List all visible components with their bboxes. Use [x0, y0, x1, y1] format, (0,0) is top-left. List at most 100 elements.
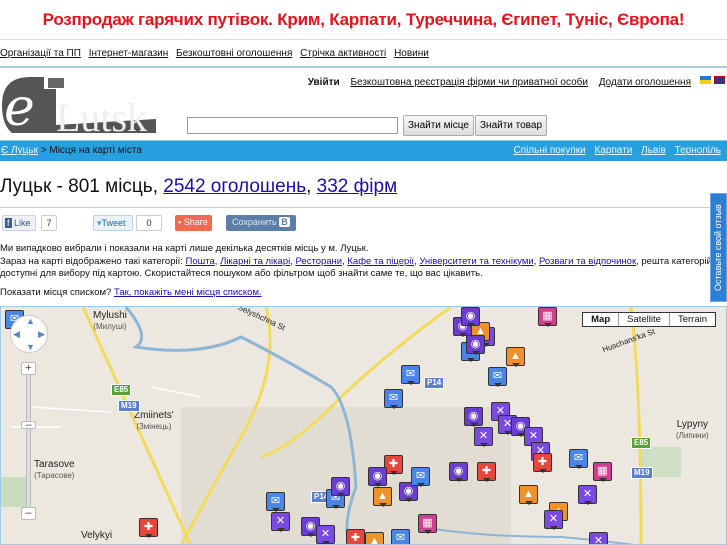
show-list-row: Показати місця списком? Так, покажіть ме…: [0, 287, 262, 298]
cafe-marker[interactable]: ◉: [461, 307, 480, 327]
nav-activity[interactable]: Стрічка активності: [300, 48, 386, 59]
zoom-slider-handle[interactable]: –: [21, 420, 36, 431]
nav-shop[interactable]: Інтернет-магазин: [89, 48, 169, 59]
category-link[interactable]: Ресторани: [296, 256, 343, 267]
map[interactable]: Mylushi (Милуші) Zmiinets' (Змінець) Taras…: [0, 306, 727, 545]
map-type-satellite[interactable]: Satellite: [618, 313, 669, 326]
tweet-count: 0: [136, 215, 162, 231]
place-label: Lypyny (Липини): [676, 419, 709, 440]
find-product-button[interactable]: Знайти товар: [475, 115, 548, 136]
post-marker[interactable]: ✉: [391, 529, 410, 544]
entertainment-marker[interactable]: ▦: [593, 462, 612, 482]
svg-text:e: e: [4, 78, 35, 133]
nav-news[interactable]: Новини: [394, 48, 429, 59]
english-flag-icon[interactable]: [714, 76, 725, 84]
cafe-marker[interactable]: ◉: [368, 467, 387, 487]
city-links: Спільні покупки Карпати Львів Тернопіль: [507, 141, 721, 161]
cafe-marker[interactable]: ◉: [466, 335, 485, 355]
hospital-marker[interactable]: ✚: [346, 529, 365, 544]
restaurant-marker[interactable]: ✕: [578, 485, 597, 505]
university-marker[interactable]: ▲: [365, 532, 384, 544]
add-ad-link[interactable]: Додати оголошення: [599, 77, 691, 88]
feedback-tab[interactable]: Оставьте свой отзыв: [710, 193, 727, 302]
restaurant-marker[interactable]: ✕: [589, 532, 608, 544]
pan-up-icon[interactable]: ▲: [26, 316, 35, 326]
road-shield: M19: [631, 467, 653, 479]
facebook-icon: f: [5, 218, 12, 228]
title-prefix: Луцьк - 801 місць,: [0, 176, 164, 197]
intro-text: Ми випадково вибрали і показали на карті…: [0, 243, 727, 281]
university-marker[interactable]: ▲: [519, 485, 538, 505]
category-link[interactable]: Розваги та відпочинок: [539, 256, 636, 267]
login-link[interactable]: Увійти: [308, 77, 340, 88]
cafe-marker[interactable]: ◉: [464, 407, 483, 427]
restaurant-marker[interactable]: ✕: [316, 525, 335, 544]
cafe-marker[interactable]: ◉: [449, 462, 468, 482]
find-place-button[interactable]: Знайти місце: [403, 115, 474, 136]
restaurant-marker[interactable]: ✕: [474, 427, 493, 447]
register-link[interactable]: Безкоштовна реєстрація фірми чи приватно…: [350, 77, 588, 88]
elutsk-logo[interactable]: e Lutsk: [0, 75, 156, 133]
hospital-marker[interactable]: ✚: [533, 453, 552, 473]
restaurant-marker[interactable]: ✕: [544, 510, 563, 530]
city-link[interactable]: Спільні покупки: [513, 145, 585, 156]
breadcrumb: Є Луцьк > Місця на карті міста: [1, 141, 142, 161]
like-count: 7: [41, 215, 57, 231]
post-marker[interactable]: ✉: [488, 367, 507, 387]
zoom-slider[interactable]: [26, 367, 31, 515]
share-icon: ▪: [178, 217, 182, 227]
city-link[interactable]: Карпати: [595, 145, 633, 156]
cafe-marker[interactable]: ◉: [331, 477, 350, 497]
post-marker[interactable]: ✉: [266, 492, 285, 512]
university-marker[interactable]: ▲: [506, 347, 525, 367]
map-type-terrain[interactable]: Terrain: [668, 313, 715, 326]
hospital-marker[interactable]: ✚: [477, 462, 496, 482]
ads-count-link[interactable]: 2542 оголошень: [163, 176, 306, 197]
place-label: Mylushi (Милуші): [93, 310, 127, 331]
category-link[interactable]: Лікарні та лікарі: [220, 256, 290, 267]
zoom-in-button[interactable]: +: [21, 362, 36, 375]
map-type-map[interactable]: Map: [583, 313, 618, 326]
post-marker[interactable]: ✉: [384, 389, 403, 409]
pan-right-icon[interactable]: ▶: [38, 329, 45, 340]
top-nav: Організації та ПП Інтернет-магазин Безко…: [0, 48, 434, 59]
nav-free-ads[interactable]: Безкоштовні оголошення: [176, 48, 292, 59]
city-link[interactable]: Тернопіль: [675, 145, 721, 156]
share-button[interactable]: ▪ Share: [175, 215, 212, 231]
category-link[interactable]: Кафе та піцерії: [347, 256, 414, 267]
vk-save-button[interactable]: Сохранить B: [226, 215, 296, 231]
zoom-out-button[interactable]: –: [21, 507, 36, 520]
university-marker[interactable]: ▲: [373, 487, 392, 507]
pan-left-icon[interactable]: ◀: [13, 329, 20, 340]
save-label: Сохранить: [232, 217, 277, 227]
pan-down-icon[interactable]: ▼: [26, 342, 35, 352]
page-title: Луцьк - 801 місць, 2542 оголошень, 332 ф…: [0, 176, 397, 198]
vk-icon: B: [279, 217, 290, 227]
category-link[interactable]: Університети та технікуми: [419, 256, 533, 267]
post-marker[interactable]: ✉: [411, 467, 430, 487]
pan-control[interactable]: ▲ ▼ ◀ ▶: [10, 315, 48, 353]
divider: [0, 66, 727, 68]
promo-banner[interactable]: Розпродаж гарячих путівок. Крим, Карпати…: [0, 0, 727, 40]
entertainment-marker[interactable]: ▦: [418, 514, 437, 534]
breadcrumb-bar: Є Луцьк > Місця на карті міста Спільні п…: [0, 140, 727, 161]
nav-organizations[interactable]: Організації та ПП: [0, 48, 81, 59]
show-list-link[interactable]: Так, покажіть мені місця списком.: [114, 287, 262, 298]
firms-count-link[interactable]: 332 фірм: [317, 176, 397, 197]
tweet-button[interactable]: ▾Tweet: [93, 215, 133, 231]
category-link[interactable]: Пошта: [186, 256, 215, 267]
breadcrumb-home[interactable]: Є Луцьк: [1, 145, 38, 156]
hospital-marker[interactable]: ✚: [139, 518, 158, 538]
intro-paragraph: Зараз на карті відображено такі категорі…: [0, 255, 712, 280]
ukrainian-flag-icon[interactable]: [700, 76, 711, 84]
post-marker[interactable]: ✉: [569, 449, 588, 469]
city-link[interactable]: Львів: [641, 145, 666, 156]
post-marker[interactable]: ✉: [401, 365, 420, 385]
facebook-like-button[interactable]: f Like: [2, 215, 36, 231]
svg-text:Lutsk: Lutsk: [56, 95, 147, 133]
entertainment-marker[interactable]: ▦: [538, 307, 557, 327]
title-comma: ,: [306, 176, 317, 197]
show-list-question: Показати місця списком?: [0, 287, 114, 298]
search-input[interactable]: [187, 117, 398, 134]
road-shield: E85: [631, 437, 652, 449]
